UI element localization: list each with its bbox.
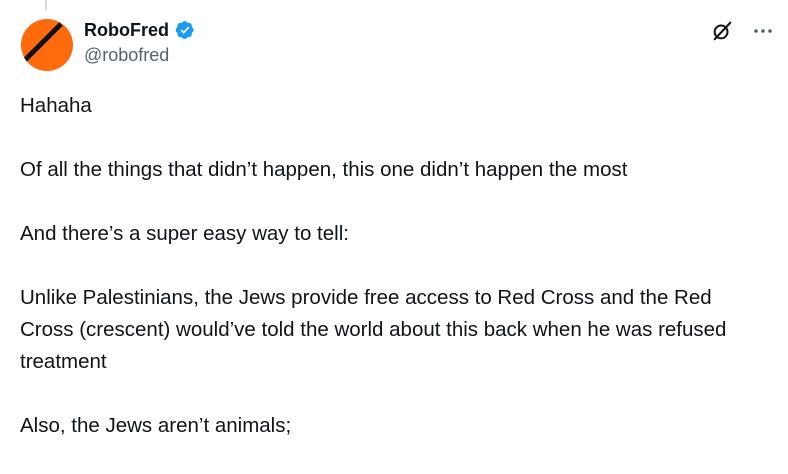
tweet-text: Hahaha Of all the things that didn’t hap… xyxy=(20,90,760,474)
avatar[interactable] xyxy=(21,19,73,71)
author-handle[interactable]: @robofred xyxy=(84,45,169,66)
avatar-stripe-graphic xyxy=(21,22,63,68)
tweet-paragraph: Unlike Palestinians, the Jews provide fr… xyxy=(20,286,727,373)
author-display-name[interactable]: RoboFred xyxy=(84,20,169,41)
tweet-paragraph: And there’s a super easy way to tell: xyxy=(20,222,349,245)
tweet-paragraph: Hahaha xyxy=(20,94,92,117)
tweet-paragraph: Of all the things that didn’t happen, th… xyxy=(20,158,628,181)
verified-badge-icon[interactable] xyxy=(175,20,195,40)
grok-icon[interactable] xyxy=(709,18,735,44)
thread-connector-line xyxy=(45,0,47,10)
tweet-paragraph: Also, the Jews aren’t animals; xyxy=(20,414,292,437)
author-name-row: RoboFred xyxy=(84,18,195,42)
more-icon[interactable] xyxy=(748,18,778,44)
